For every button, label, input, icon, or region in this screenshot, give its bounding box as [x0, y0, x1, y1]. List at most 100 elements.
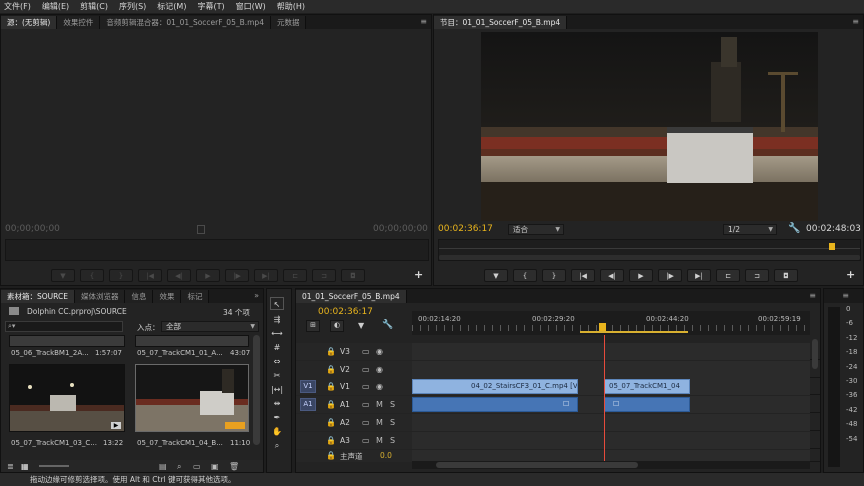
- ripple-edit-tool-icon[interactable]: ⟷: [270, 327, 284, 340]
- snap-icon[interactable]: ⊞: [306, 320, 320, 332]
- insert-button[interactable]: ⊏: [283, 269, 307, 282]
- timeline-ruler[interactable]: 00:02:14:20 00:02:29:20 00:02:44:20 00:0…: [412, 311, 810, 335]
- export-frame-button[interactable]: ◘: [341, 269, 365, 282]
- tab-media-browser[interactable]: 媒体浏览器: [74, 290, 126, 303]
- panel-menu-icon[interactable]: ≡: [809, 291, 816, 300]
- hand-tool-icon[interactable]: ✋: [270, 425, 284, 438]
- selection-tool-icon[interactable]: ↖: [270, 297, 284, 310]
- tab-metadata[interactable]: 元数据: [270, 16, 307, 29]
- tab-program[interactable]: 节目：01_01_SoccerF_05_B.mp4: [434, 16, 568, 29]
- source-patch-v1[interactable]: V1: [300, 380, 316, 393]
- playhead-marker[interactable]: [829, 243, 835, 250]
- menu-file[interactable]: 文件(F): [4, 1, 31, 12]
- play-button[interactable]: ▶: [629, 269, 653, 282]
- timeline-timecode[interactable]: 00:02:36:17: [318, 307, 373, 317]
- resolution-dropdown[interactable]: 1/2 ▼: [723, 224, 777, 235]
- track-lane[interactable]: [412, 361, 810, 378]
- eye-icon[interactable]: ◉: [376, 347, 383, 356]
- tab-source[interactable]: 源：(无剪辑): [1, 16, 58, 29]
- in-point-dropdown[interactable]: 全部 ▼: [161, 321, 259, 332]
- track-lane[interactable]: [412, 414, 810, 431]
- source-timecode-current[interactable]: 00;00;00;00: [5, 224, 60, 234]
- source-patch-a1[interactable]: A1: [300, 398, 316, 411]
- menu-help[interactable]: 帮助(H): [277, 1, 305, 12]
- mark-out-button[interactable]: }: [542, 269, 566, 282]
- clip-thumbnail-1[interactable]: [9, 335, 125, 347]
- overwrite-button[interactable]: ⊐: [312, 269, 336, 282]
- icon-view-icon[interactable]: ▦: [21, 462, 29, 471]
- track-select-tool-icon[interactable]: ⇶: [270, 313, 284, 326]
- pen-tool-icon[interactable]: ✒: [270, 411, 284, 424]
- extract-button[interactable]: ⊐: [745, 269, 769, 282]
- eye-icon[interactable]: ◉: [376, 382, 383, 391]
- solo-button[interactable]: S: [390, 400, 395, 409]
- lock-icon[interactable]: 🔒: [326, 418, 336, 427]
- track-lane[interactable]: [412, 343, 810, 360]
- mute-button[interactable]: M: [376, 418, 383, 427]
- timeline-clip-video[interactable]: 04_02_StairsCF3_01_C.mp4 [V]: [412, 379, 578, 394]
- play-button[interactable]: ▶: [196, 269, 220, 282]
- tab-bin-source[interactable]: 素材箱：SOURCE: [1, 290, 75, 303]
- zoom-scrollbar[interactable]: [439, 255, 860, 260]
- menu-sequence[interactable]: 序列(S): [119, 1, 146, 12]
- mark-in-button[interactable]: {: [80, 269, 104, 282]
- step-back-button[interactable]: ◀|: [167, 269, 191, 282]
- timeline-vertical-scrollbar[interactable]: [812, 339, 818, 369]
- program-time-ruler[interactable]: [438, 239, 861, 261]
- sync-lock-icon[interactable]: ▭: [362, 400, 370, 409]
- track-lane[interactable]: ☐ ☐: [412, 396, 810, 413]
- lift-button[interactable]: ⊏: [716, 269, 740, 282]
- menu-title[interactable]: 字幕(T): [197, 1, 224, 12]
- go-to-out-button[interactable]: ▶|: [687, 269, 711, 282]
- menu-window[interactable]: 窗口(W): [236, 1, 266, 12]
- mark-in-button[interactable]: {: [513, 269, 537, 282]
- new-item-icon[interactable]: ▣: [211, 462, 219, 471]
- tab-markers[interactable]: 标记: [181, 290, 210, 303]
- slide-tool-icon[interactable]: ⇹: [270, 397, 284, 410]
- playhead-handle[interactable]: [599, 323, 606, 331]
- program-timecode-current[interactable]: 00:02:36:17: [438, 224, 493, 234]
- panel-menu-icon[interactable]: ≡: [852, 17, 859, 26]
- tab-sequence[interactable]: 01_01_SoccerF_05_B.mp4: [296, 290, 407, 303]
- sync-lock-icon[interactable]: ▭: [362, 436, 370, 445]
- track-lane[interactable]: [412, 432, 810, 449]
- go-to-in-button[interactable]: |◀: [138, 269, 162, 282]
- solo-button[interactable]: S: [390, 418, 395, 427]
- razor-tool-icon[interactable]: ✂: [270, 369, 284, 382]
- slip-tool-icon[interactable]: |↔|: [270, 383, 284, 396]
- timeline-clip-video[interactable]: 05_07_TrackCM1_04: [604, 379, 690, 394]
- go-to-out-button[interactable]: ▶|: [254, 269, 278, 282]
- lock-icon[interactable]: 🔒: [326, 400, 336, 409]
- settings-icon[interactable]: [197, 225, 205, 234]
- zoom-tool-icon[interactable]: ⌕: [270, 439, 284, 452]
- mute-button[interactable]: M: [376, 400, 383, 409]
- trash-icon[interactable]: 🗑: [229, 462, 239, 471]
- sync-lock-icon[interactable]: ▭: [362, 382, 370, 391]
- timeline-clip-audio[interactable]: ☐: [412, 397, 578, 412]
- menu-edit[interactable]: 编辑(E): [42, 1, 69, 12]
- search-input[interactable]: ⌕▾: [5, 321, 123, 332]
- tab-audio-clip-mixer[interactable]: 音频剪辑混合器：01_01_SoccerF_05_B.mp4: [100, 16, 271, 29]
- timeline-clip-audio[interactable]: ☐: [604, 397, 690, 412]
- sync-lock-icon[interactable]: ▭: [362, 418, 370, 427]
- automate-sequence-icon[interactable]: ▤: [159, 462, 167, 471]
- mute-button[interactable]: M: [376, 436, 383, 445]
- fit-dropdown[interactable]: 适合 ▼: [508, 224, 564, 235]
- button-editor-icon[interactable]: +: [846, 268, 855, 281]
- lock-icon[interactable]: 🔒: [326, 365, 336, 374]
- panel-menu-icon[interactable]: ≡: [842, 291, 849, 300]
- wrench-icon[interactable]: 🔧: [382, 320, 393, 330]
- step-back-button[interactable]: ◀|: [600, 269, 624, 282]
- rate-stretch-tool-icon[interactable]: ⇔: [270, 355, 284, 368]
- add-marker-button[interactable]: ▼: [51, 269, 75, 282]
- lock-icon[interactable]: 🔒: [326, 451, 336, 460]
- timeline-horizontal-scrollbar[interactable]: [436, 462, 638, 468]
- lock-icon[interactable]: 🔒: [326, 436, 336, 445]
- lock-icon[interactable]: 🔒: [326, 382, 336, 391]
- mark-out-button[interactable]: }: [109, 269, 133, 282]
- add-marker-icon[interactable]: ▼: [358, 321, 364, 330]
- step-forward-button[interactable]: |▶: [225, 269, 249, 282]
- lock-icon[interactable]: 🔒: [326, 347, 336, 356]
- linked-selection-icon[interactable]: ◐: [330, 320, 344, 332]
- go-to-in-button[interactable]: |◀: [571, 269, 595, 282]
